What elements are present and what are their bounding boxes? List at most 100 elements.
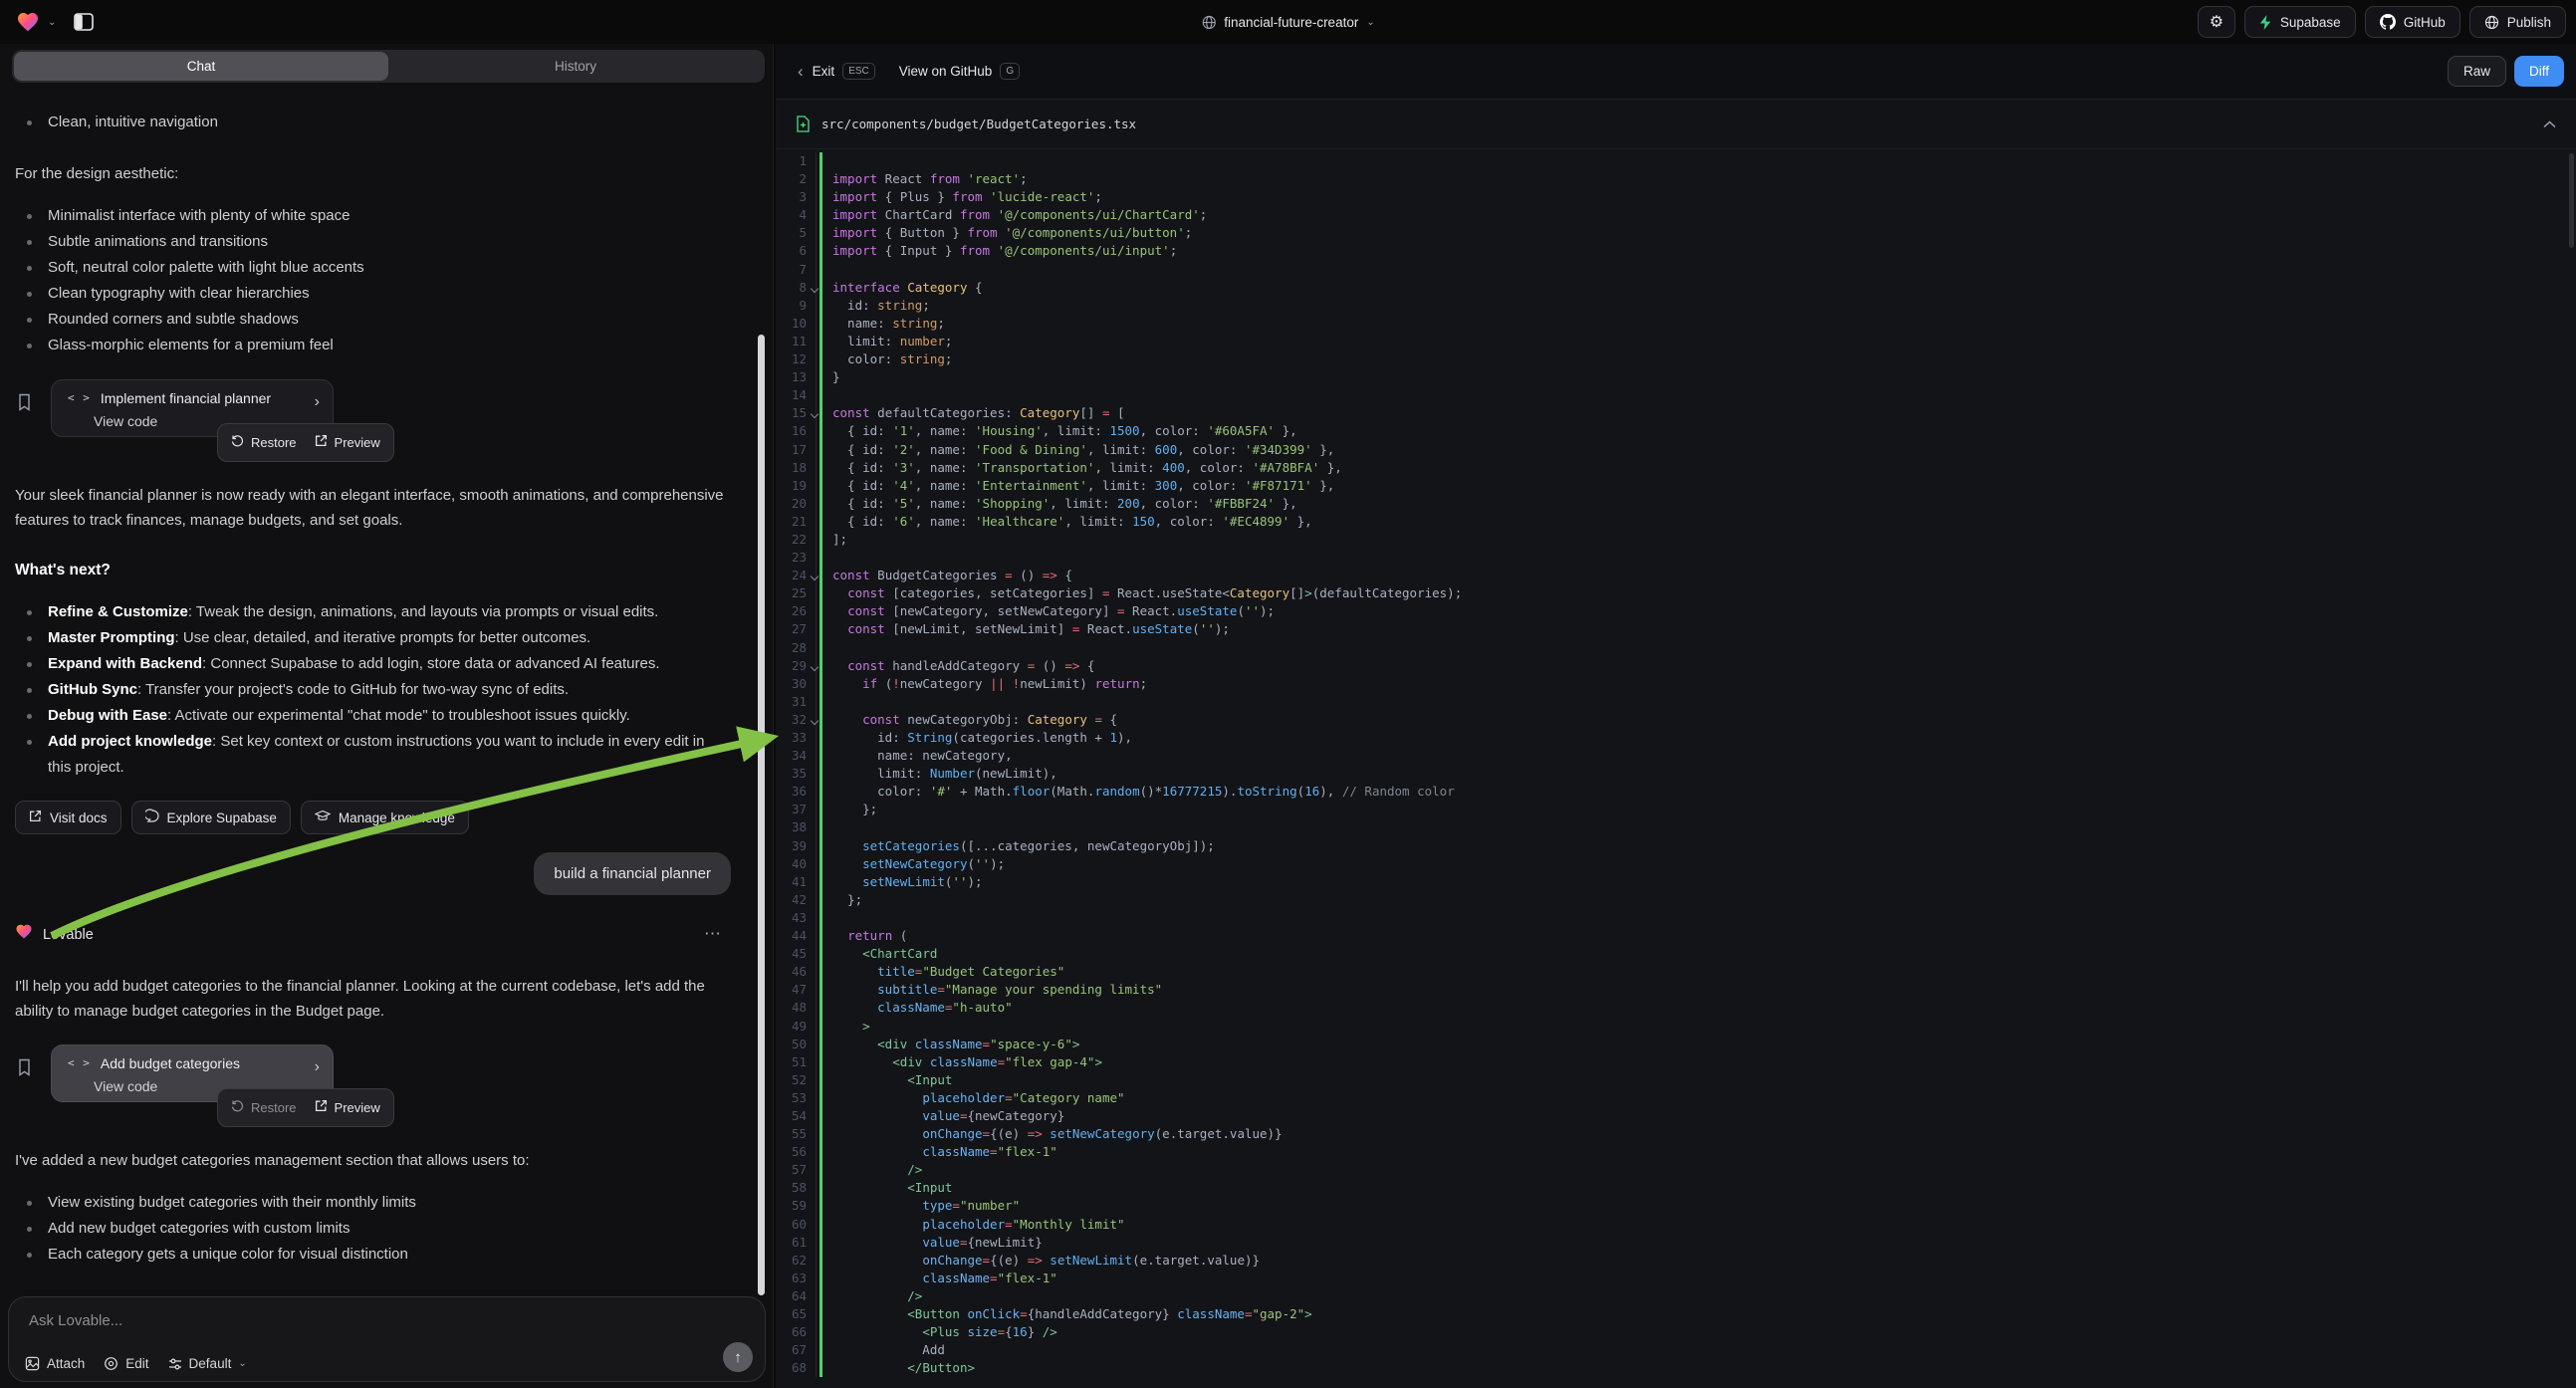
- attach-label: Attach: [47, 1356, 85, 1371]
- code-text: placeholder="Category name": [822, 1089, 1125, 1107]
- gutter-separator: [816, 549, 817, 567]
- fold-chevron-icon[interactable]: [811, 284, 819, 292]
- toggle-sidebar-icon[interactable]: [72, 10, 96, 34]
- bullet-list: View existing budget categories with the…: [15, 1190, 731, 1268]
- gutter-separator: [816, 927, 817, 945]
- code-scrollbar[interactable]: [2569, 153, 2574, 248]
- fold-chevron-icon[interactable]: [811, 662, 819, 670]
- line-number: 9: [776, 297, 816, 315]
- line-number: 29: [776, 657, 816, 675]
- publish-globe-icon: [2484, 15, 2499, 30]
- chat-scrollbar[interactable]: [758, 335, 765, 1295]
- gutter-separator: [816, 1341, 817, 1359]
- code-line: 19 { id: '4', name: 'Entertainment', lim…: [776, 477, 2576, 495]
- chat-input[interactable]: Ask Lovable...: [29, 1312, 122, 1329]
- chip-explore-supabase[interactable]: Explore Supabase: [131, 801, 291, 834]
- supabase-button[interactable]: Supabase: [2244, 6, 2356, 38]
- send-button[interactable]: ↑: [723, 1342, 753, 1372]
- code-text: const BudgetCategories = () => {: [822, 567, 1072, 584]
- message-options-icon[interactable]: ⋯: [704, 921, 723, 946]
- graduation-cap-icon: [315, 806, 331, 830]
- line-number: 48: [776, 999, 816, 1017]
- chat-paragraph: For the design aesthetic:: [15, 161, 731, 186]
- github-button[interactable]: GitHub: [2365, 6, 2460, 38]
- chip-visit-docs[interactable]: Visit docs: [15, 801, 121, 834]
- gutter-separator: [816, 1252, 817, 1270]
- version-card[interactable]: < >Add budget categories›View codeRestor…: [51, 1044, 334, 1102]
- chip-manage-knowledge[interactable]: Manage knowledge: [301, 801, 469, 834]
- version-card[interactable]: < >Implement financial planner›View code…: [51, 379, 334, 437]
- code-text: <Button onClick={handleAddCategory} clas…: [822, 1305, 1312, 1323]
- line-number: 52: [776, 1071, 816, 1089]
- code-line: 2import React from 'react';: [776, 170, 2576, 188]
- exit-button[interactable]: ‹ Exit ESC: [798, 62, 875, 82]
- bookmark-icon[interactable]: [17, 393, 32, 419]
- code-line: 57 />: [776, 1161, 2576, 1179]
- code-text: setCategories([...categories, newCategor…: [822, 837, 1215, 855]
- project-switcher[interactable]: financial-future-creator ⌄: [1201, 15, 1374, 30]
- restore-button[interactable]: Restore: [231, 1095, 297, 1120]
- collapse-chevron-up-icon[interactable]: [2543, 120, 2556, 128]
- preview-button[interactable]: Preview: [315, 430, 380, 455]
- view-on-github-button[interactable]: View on GitHub G: [899, 63, 1020, 80]
- supabase-bolt-icon: [2259, 15, 2272, 30]
- code-text: placeholder="Monthly limit": [822, 1216, 1125, 1234]
- publish-button[interactable]: Publish: [2469, 6, 2566, 38]
- tab-history[interactable]: History: [388, 52, 763, 81]
- line-number: 6: [776, 242, 816, 260]
- line-number: 13: [776, 368, 816, 386]
- restore-button[interactable]: Restore: [231, 430, 297, 455]
- line-number: 39: [776, 837, 816, 855]
- line-number: 46: [776, 963, 816, 981]
- fold-chevron-icon[interactable]: [811, 717, 819, 725]
- line-number: 60: [776, 1216, 816, 1234]
- user-message-row: build a financial planner: [15, 852, 731, 895]
- code-text: >: [822, 1018, 870, 1036]
- line-number: 58: [776, 1179, 816, 1197]
- tab-chat[interactable]: Chat: [14, 52, 388, 81]
- bookmark-icon[interactable]: [17, 1058, 32, 1084]
- fold-chevron-icon[interactable]: [811, 410, 819, 418]
- lovable-logo-heart-icon[interactable]: [16, 11, 40, 33]
- gutter-separator: [816, 477, 817, 495]
- chevron-down-icon[interactable]: ⌄: [48, 17, 56, 28]
- line-number: 37: [776, 801, 816, 818]
- line-number: 35: [776, 765, 816, 783]
- code-line: 51 <div className="flex gap-4">: [776, 1053, 2576, 1071]
- github-label: GitHub: [2404, 15, 2446, 30]
- code-line: 39 setCategories([...categories, newCate…: [776, 837, 2576, 855]
- fold-chevron-icon[interactable]: [811, 573, 819, 580]
- attach-button[interactable]: Attach: [25, 1356, 85, 1371]
- gutter-separator: [816, 242, 817, 260]
- code-text: limit: number;: [822, 333, 952, 350]
- settings-button[interactable]: ⚙: [2198, 6, 2235, 38]
- version-card-title: Implement financial planner: [101, 387, 271, 409]
- code-text: };: [822, 891, 862, 909]
- line-number: 22: [776, 531, 816, 549]
- raw-toggle-button[interactable]: Raw: [2448, 56, 2506, 87]
- preview-button[interactable]: Preview: [315, 1095, 380, 1120]
- version-card-title-row: < >Implement financial planner: [68, 387, 319, 409]
- version-card-wrap: < >Implement financial planner›View code…: [15, 379, 731, 437]
- bullet-list: Minimalist interface with plenty of whit…: [15, 203, 731, 358]
- line-number: 56: [776, 1143, 816, 1161]
- gutter-separator: [816, 602, 817, 620]
- code-line: 31: [776, 693, 2576, 711]
- gutter-separator: [816, 909, 817, 927]
- line-number: 44: [776, 927, 816, 945]
- line-number: 45: [776, 945, 816, 963]
- line-number: 7: [776, 261, 816, 279]
- code-text: ];: [822, 531, 847, 549]
- code-line: 8interface Category {: [776, 279, 2576, 297]
- code-line: 47 subtitle="Manage your spending limits…: [776, 981, 2576, 999]
- edit-mode-button[interactable]: Edit: [104, 1356, 148, 1371]
- file-bar[interactable]: src/components/budget/BudgetCategories.t…: [776, 100, 2576, 149]
- file-path: src/components/budget/BudgetCategories.t…: [821, 116, 1136, 131]
- gutter-separator: [816, 837, 817, 855]
- version-card-wrap: < >Add budget categories›View codeRestor…: [15, 1044, 731, 1102]
- code-diff-view[interactable]: 12import React from 'react';3import { Pl…: [776, 149, 2576, 1388]
- gutter-separator: [816, 855, 817, 873]
- diff-toggle-button[interactable]: Diff: [2514, 56, 2564, 87]
- model-selector[interactable]: Default ⌄: [168, 1356, 247, 1371]
- code-line: 38: [776, 818, 2576, 836]
